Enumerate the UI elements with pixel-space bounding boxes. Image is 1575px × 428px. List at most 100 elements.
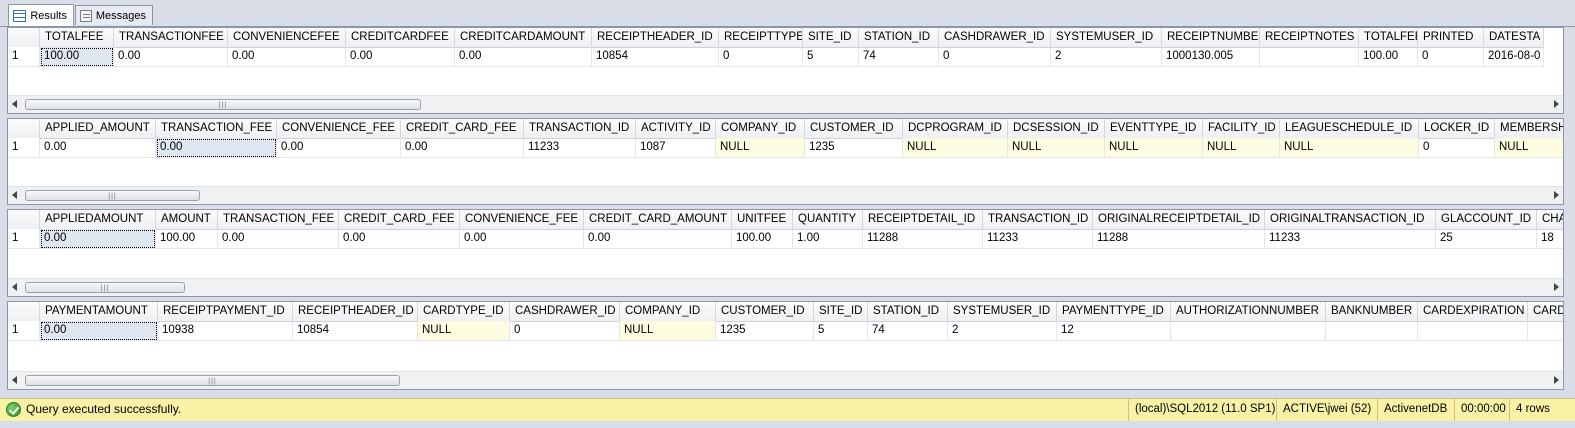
grid-cell[interactable] <box>1171 321 1326 341</box>
row-number[interactable]: 1 <box>8 229 40 249</box>
scroll-thumb[interactable]: ||| <box>25 375 400 386</box>
grid-cell[interactable]: 0.00 <box>40 321 158 341</box>
column-header[interactable]: PRINTED <box>1418 28 1484 47</box>
grid-cell[interactable]: 0.00 <box>401 138 524 158</box>
grid-cell[interactable]: 12 <box>1057 321 1171 341</box>
row-number[interactable]: 1 <box>8 138 40 158</box>
grid-cell[interactable]: 0.00 <box>277 138 401 158</box>
grid-cell[interactable]: NULL <box>620 321 716 341</box>
column-header[interactable]: ORIGINALRECEIPTDETAIL_ID <box>1093 210 1265 229</box>
grid-cell[interactable]: 0 <box>1419 138 1495 158</box>
scroll-left-icon[interactable] <box>12 191 17 199</box>
scroll-thumb[interactable]: ||| <box>25 190 200 201</box>
grid-cell[interactable]: 2 <box>1051 47 1162 67</box>
grid-cell[interactable]: 0.00 <box>460 229 584 249</box>
grid-cell[interactable]: 18 <box>1537 229 1563 249</box>
grid-cell[interactable]: 0.00 <box>455 47 592 67</box>
column-header[interactable]: AMOUNT <box>156 210 218 229</box>
grid-cell[interactable]: 0 <box>1418 47 1484 67</box>
grid-cell[interactable]: 100.00 <box>732 229 793 249</box>
column-header[interactable]: DATESTA <box>1484 28 1544 47</box>
column-header[interactable]: COMPANY_ID <box>716 119 805 138</box>
table-row[interactable]: 1 0.00 0.00 0.00 0.00 11233 1087 NULL 1235 NULL NU… <box>8 138 1563 158</box>
horizontal-scrollbar[interactable]: ||| <box>8 186 1563 204</box>
column-header[interactable]: TRANSACTION_FEE <box>156 119 277 138</box>
row-number-header[interactable] <box>8 302 40 321</box>
grid-cell[interactable]: 0.00 <box>218 229 339 249</box>
result-grid-1[interactable]: TOTALFEE TRANSACTIONFEE CONVENIENCEFEE CRED… <box>7 27 1564 114</box>
column-header[interactable]: CUSTOMER_ID <box>805 119 903 138</box>
grid-cell[interactable]: NULL <box>1105 138 1203 158</box>
tab-messages[interactable]: Messages <box>75 5 153 25</box>
table-row[interactable]: 1 0.00 100.00 0.00 0.00 0.00 0.00 100.00 1.00 112… <box>8 229 1563 249</box>
scroll-thumb[interactable]: ||| <box>25 99 421 110</box>
scroll-right-icon[interactable] <box>1554 283 1559 291</box>
column-header[interactable]: PAYMENTTYPE_ID <box>1057 302 1171 321</box>
result-grid-4[interactable]: PAYMENTAMOUNT RECEIPTPAYMENT_ID RECEIPTHEA… <box>7 301 1564 390</box>
column-header[interactable]: FACILITY_ID <box>1203 119 1280 138</box>
column-header[interactable]: EVENTTYPE_ID <box>1105 119 1203 138</box>
grid-cell[interactable]: 1235 <box>805 138 903 158</box>
scroll-right-icon[interactable] <box>1554 191 1559 199</box>
column-header[interactable]: CONVENIENCE_FEE <box>277 119 401 138</box>
column-header[interactable]: CONVENIENCE_FEE <box>460 210 584 229</box>
column-header[interactable]: CASHDRAWER_ID <box>510 302 620 321</box>
grid-cell[interactable]: 10854 <box>293 321 418 341</box>
column-header[interactable]: COMPANY_ID <box>620 302 716 321</box>
grid-cell[interactable] <box>1326 321 1418 341</box>
column-header[interactable]: LEAGUESCHEDULE_ID <box>1280 119 1419 138</box>
column-header[interactable]: TRANSACTIONFEE <box>114 28 228 47</box>
column-header[interactable]: CARDTYPE_ID <box>418 302 510 321</box>
grid-cell[interactable]: 10854 <box>592 47 719 67</box>
table-row[interactable]: 1 0.00 10938 10854 NULL 0 NULL 1235 5 74 2 12 <box>8 321 1563 341</box>
grid-cell[interactable]: 10938 <box>158 321 293 341</box>
grid-cell[interactable]: 0.00 <box>228 47 346 67</box>
scroll-left-icon[interactable] <box>12 100 17 108</box>
column-header[interactable]: BANKNUMBER <box>1326 302 1418 321</box>
column-header[interactable]: ACTIVITY_ID <box>636 119 716 138</box>
grid-cell[interactable]: 11288 <box>1093 229 1265 249</box>
column-header[interactable]: RECEIPTHEADER_ID <box>592 28 719 47</box>
column-header[interactable]: RECEIPTPAYMENT_ID <box>158 302 293 321</box>
column-header[interactable]: GLACCOUNT_ID <box>1436 210 1537 229</box>
row-number[interactable]: 1 <box>8 321 40 341</box>
grid-cell[interactable]: NULL <box>418 321 510 341</box>
column-header[interactable]: APPLIEDAMOUNT <box>40 210 156 229</box>
column-header[interactable]: CREDITCARDAMOUNT <box>455 28 592 47</box>
grid-cell[interactable]: 0.00 <box>346 47 455 67</box>
grid-cell[interactable]: 0.00 <box>114 47 228 67</box>
grid-cell[interactable] <box>1528 321 1563 341</box>
row-number-header[interactable] <box>8 28 40 47</box>
grid-cell[interactable]: 25 <box>1436 229 1537 249</box>
column-header[interactable]: SITE_ID <box>814 302 868 321</box>
column-header[interactable]: RECEIPTDETAIL_ID <box>863 210 983 229</box>
grid-cell[interactable]: 2016-08-0 <box>1484 47 1544 67</box>
grid-cell[interactable]: NULL <box>1008 138 1105 158</box>
scroll-left-icon[interactable] <box>12 283 17 291</box>
row-number-header[interactable] <box>8 210 40 229</box>
tab-results[interactable]: Results <box>8 4 74 26</box>
column-header[interactable]: RECEIPTHEADER_ID <box>293 302 418 321</box>
grid-cell[interactable]: 0.00 <box>40 138 156 158</box>
column-header[interactable]: PAYMENTAMOUNT <box>40 302 158 321</box>
row-number[interactable]: 1 <box>8 47 40 67</box>
grid-cell[interactable]: 0.00 <box>156 138 277 158</box>
column-header[interactable]: CREDITCARDFEE <box>346 28 455 47</box>
grid-cell[interactable]: 0 <box>719 47 803 67</box>
grid-cell[interactable]: 0 <box>939 47 1051 67</box>
column-header[interactable]: UNITFEE <box>732 210 793 229</box>
column-header[interactable]: TRANSACTION_ID <box>524 119 636 138</box>
column-header[interactable]: STATION_ID <box>859 28 939 47</box>
column-header[interactable]: CONVENIENCEFEE <box>228 28 346 47</box>
column-header[interactable]: SYSTEMUSER_ID <box>1051 28 1162 47</box>
column-header[interactable]: CREDIT_CARD_FEE <box>339 210 460 229</box>
grid-cell[interactable]: 100.00 <box>156 229 218 249</box>
column-header[interactable]: APPLIED_AMOUNT <box>40 119 156 138</box>
column-header[interactable]: CREDIT_CARD_AMOUNT <box>584 210 732 229</box>
grid-cell[interactable]: 5 <box>803 47 859 67</box>
horizontal-scrollbar[interactable]: ||| <box>8 371 1563 389</box>
grid-cell[interactable]: 0.00 <box>584 229 732 249</box>
horizontal-scrollbar[interactable]: ||| <box>8 278 1563 296</box>
column-header[interactable]: TOTALFEE <box>40 28 114 47</box>
grid-cell[interactable]: NULL <box>1495 138 1563 158</box>
